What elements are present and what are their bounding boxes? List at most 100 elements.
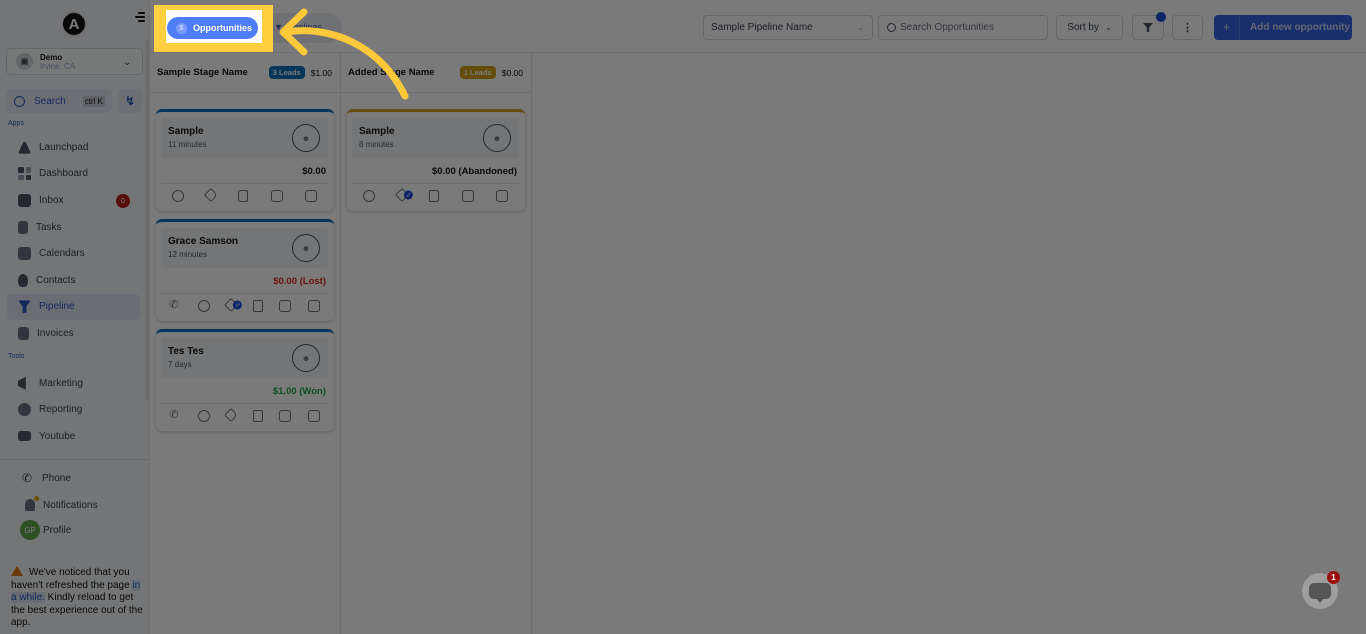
tag-icon[interactable] [224, 407, 239, 423]
tab-opportunities-highlighted[interactable]: $ Opportunities [167, 17, 258, 39]
nav-label: Dashboard [39, 168, 88, 180]
assign-user-icon[interactable]: ☻ [483, 124, 511, 152]
stage-amount: $1.00 [310, 67, 332, 78]
account-info: Demo Irvine, CA [40, 53, 75, 71]
opportunity-card[interactable]: Sample 8 minutes ☻ $0.00 (Abandoned) 1 [347, 109, 525, 211]
stage-header: Sample Stage Name 3 Leads $1.00 [150, 53, 340, 93]
search-icon [14, 95, 25, 107]
sidebar-item-invoices[interactable]: Invoices [7, 320, 140, 347]
phone-icon[interactable]: ✆ [169, 410, 181, 422]
chat-icon[interactable] [363, 190, 376, 202]
stage-column: Added Stage Name 1 Leads $0.00 Sample 8 minu… [341, 53, 532, 634]
nav-label: Contacts [36, 274, 76, 286]
avatar: GP [20, 520, 40, 540]
notifications-label: Notifications [43, 499, 98, 511]
pipeline-select[interactable]: Sample Pipeline Name ⌄ [703, 15, 873, 40]
inbox-icon [18, 193, 31, 207]
apps-section-label: Apps [8, 120, 24, 127]
sidebar-item-notifications[interactable]: Notifications [25, 496, 98, 511]
more-options-button[interactable]: ⋮ [1172, 15, 1203, 40]
tag-icon[interactable]: 1 [395, 187, 416, 203]
card-header: Tes Tes 7 days ☻ [161, 338, 328, 378]
sidebar-item-reporting[interactable]: Reporting [7, 397, 140, 424]
assign-user-icon[interactable]: ☻ [292, 344, 320, 372]
opportunity-card[interactable]: Tes Tes 7 days ☻ $1.00 (Won) ✆ [156, 329, 334, 431]
sidebar-item-calendars[interactable]: Calendars [7, 240, 140, 267]
quick-actions-button[interactable]: ↯ [118, 89, 142, 113]
tag-icon[interactable] [204, 187, 219, 203]
opportunity-value: $0.00 [302, 166, 326, 177]
action-count-badge: 1 [402, 188, 416, 202]
card-actions [161, 183, 328, 205]
opportunity-value: $0.00 (Abandoned) [432, 166, 517, 177]
collapse-sidebar-icon[interactable] [135, 12, 147, 24]
sidebar-scrollbar[interactable] [146, 40, 149, 400]
sidebar-item-inbox[interactable]: Inbox 0 [7, 187, 140, 214]
pipeline-board: Sample Stage Name 3 Leads $1.00 Sample 11 mi… [150, 53, 532, 634]
sidebar-item-profile[interactable]: GP Profile [20, 520, 71, 540]
assign-user-icon[interactable]: ☻ [292, 124, 320, 152]
note-icon[interactable] [252, 300, 263, 312]
warning-text: We've noticed that you haven't refreshed… [11, 567, 133, 591]
card-actions: 1 [352, 183, 519, 205]
sort-button[interactable]: Sort by ⌄ [1056, 15, 1123, 40]
account-switcher[interactable]: ▣ Demo Irvine, CA ⌄ [6, 48, 143, 75]
chat-icon[interactable] [197, 410, 210, 422]
phone-label: Phone [42, 472, 71, 484]
dashboard-icon [18, 167, 31, 181]
nav-label: Marketing [39, 377, 83, 389]
nav-label: Pipeline [39, 301, 75, 313]
sidebar-item-youtube[interactable]: Youtube [7, 423, 140, 450]
sidebar-item-launchpad[interactable]: Launchpad [7, 134, 140, 161]
task-icon[interactable] [461, 190, 474, 202]
opportunity-card[interactable]: Grace Samson 12 minutes ☻ $0.00 (Lost) ✆ 3 [156, 219, 334, 321]
calendar-add-icon[interactable] [307, 300, 320, 312]
task-icon[interactable] [279, 410, 292, 422]
card-header: Sample 11 minutes ☻ [161, 118, 328, 158]
tools-section-label: Tools [8, 353, 25, 360]
search-shortcut: ctrl K [82, 95, 105, 107]
chevron-down-icon: ⌄ [857, 23, 864, 32]
sidebar-item-tasks[interactable]: Tasks [7, 214, 140, 241]
nav-label: Youtube [39, 430, 76, 442]
sidebar: A ▣ Demo Irvine, CA ⌄ Search ctrl K ↯ Ap… [0, 0, 150, 634]
calendar-add-icon[interactable] [495, 190, 508, 202]
chat-icon[interactable] [197, 300, 210, 312]
sidebar-item-contacts[interactable]: Contacts [7, 267, 140, 294]
notification-dot [34, 496, 39, 501]
note-icon[interactable] [252, 410, 263, 422]
tab-pipelines[interactable]: ▼ Pipelines [274, 22, 322, 32]
topbar: $ Opportunities ▼ Pipelines Sample Pipel… [150, 0, 1366, 53]
phone-icon[interactable]: ✆ [169, 300, 181, 312]
invoice-icon [18, 326, 29, 340]
opportunity-card[interactable]: Sample 11 minutes ☻ $0.00 [156, 109, 334, 211]
task-icon[interactable] [279, 300, 292, 312]
nav-label: Reporting [39, 404, 83, 416]
dollar-icon: $ [176, 22, 187, 34]
sidebar-item-pipeline[interactable]: Pipeline [7, 293, 140, 321]
sidebar-search[interactable]: Search ctrl K [6, 89, 112, 113]
person-icon [18, 273, 28, 287]
building-icon: ▣ [16, 53, 33, 70]
note-icon[interactable] [429, 190, 440, 202]
task-icon[interactable] [270, 190, 283, 202]
note-icon[interactable] [238, 190, 249, 202]
chat-icon[interactable] [172, 190, 185, 202]
search-icon [887, 23, 896, 32]
sidebar-item-dashboard[interactable]: Dashboard [7, 161, 140, 188]
pipeline-select-value: Sample Pipeline Name [711, 22, 813, 33]
leads-count-badge: 3 Leads [268, 66, 305, 79]
sidebar-item-phone[interactable]: ✆ Phone [22, 472, 71, 484]
nav-label: Tasks [36, 221, 62, 233]
calendar-add-icon[interactable] [304, 190, 317, 202]
calendar-add-icon[interactable] [307, 410, 320, 422]
assign-user-icon[interactable]: ☻ [292, 234, 320, 262]
sidebar-item-marketing[interactable]: Marketing [7, 370, 140, 397]
stage-header: Added Stage Name 1 Leads $0.00 [341, 53, 531, 93]
add-opportunity-button[interactable]: + Add new opportunity [1214, 15, 1352, 40]
tag-icon[interactable]: 3 [224, 297, 244, 313]
rocket-icon [18, 142, 31, 154]
card-actions: ✆ [161, 403, 328, 425]
opportunity-search-input[interactable]: Search Opportunities [878, 15, 1048, 40]
app-logo[interactable]: A [61, 11, 87, 37]
